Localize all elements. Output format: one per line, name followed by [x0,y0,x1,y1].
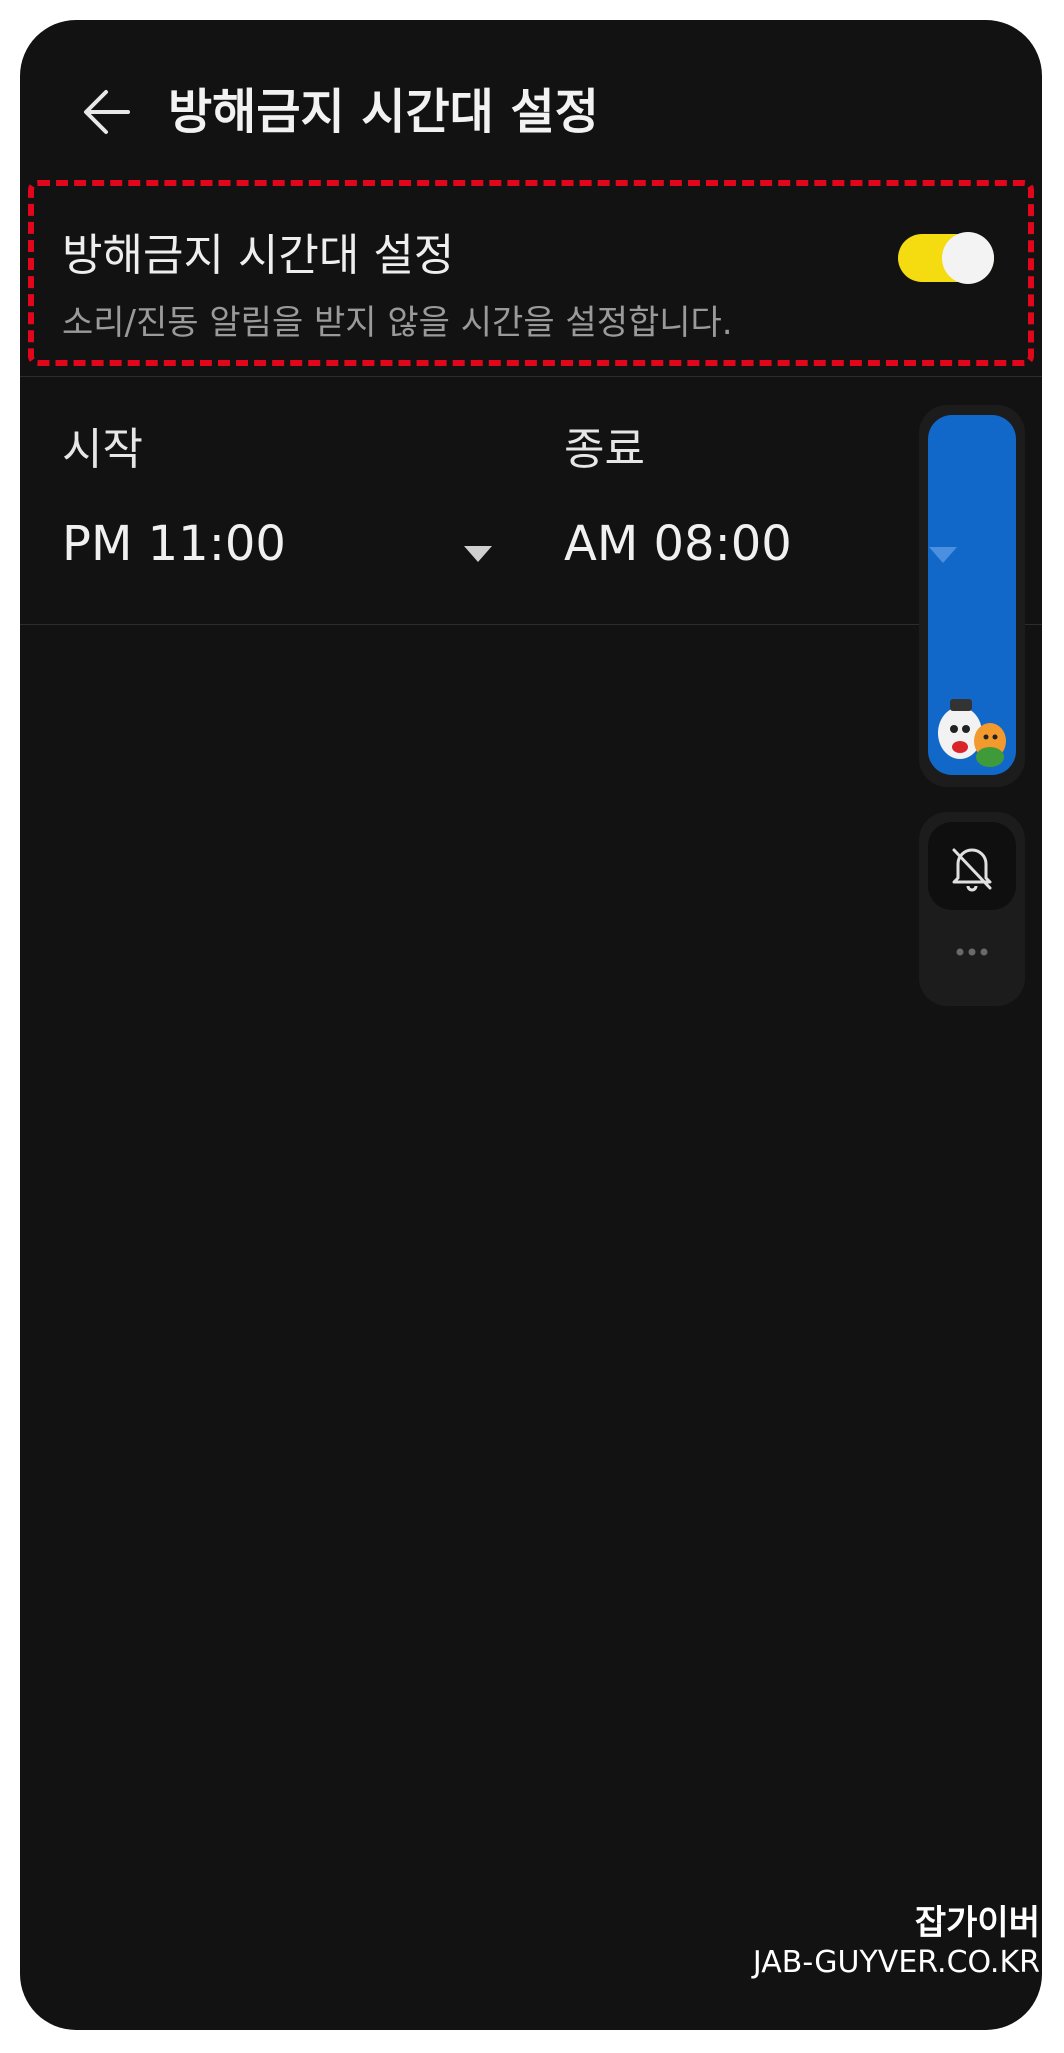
back-button[interactable] [62,64,158,160]
setting-description: 소리/진동 알림을 받지 않을 시간을 설정합니다. [62,303,733,343]
app-bar: 방해금지 시간대 설정 [20,20,1042,170]
start-time-value[interactable]: PM 11:00 [62,512,286,576]
bell-off-icon [952,848,992,892]
arrow-left-icon [84,90,130,134]
divider [20,624,1042,625]
start-dropdown-icon[interactable] [464,546,492,562]
end-dropdown-icon[interactable] [929,547,957,563]
watermark-url: JAB-GUYVER.CO.KR [752,1945,1040,1980]
volume-slider[interactable] [928,415,1016,775]
more-horizontal-icon [956,948,988,956]
divider [20,376,1042,377]
end-time-value[interactable]: AM 08:00 [564,512,792,576]
toggle-knob [942,232,994,284]
dnd-schedule-setting-row[interactable]: 방해금지 시간대 설정 소리/진동 알림을 받지 않을 시간을 설정합니다. [20,178,1042,378]
more-button[interactable] [928,922,1016,982]
setting-title: 방해금지 시간대 설정 [62,230,455,281]
mascot-icon [938,699,1006,767]
dnd-schedule-toggle[interactable] [898,232,994,284]
start-label: 시작 [62,424,143,475]
page-title: 방해금지 시간대 설정 [168,84,599,140]
volume-panel [919,405,1025,787]
quick-controls-panel [919,812,1025,1006]
phone-screen: 방해금지 시간대 설정 방해금지 시간대 설정 소리/진동 알림을 받지 않을 … [20,20,1042,2030]
end-label: 종료 [564,424,645,475]
watermark-korean: 잡가이버 [914,1903,1040,1943]
mute-button[interactable] [928,822,1016,910]
